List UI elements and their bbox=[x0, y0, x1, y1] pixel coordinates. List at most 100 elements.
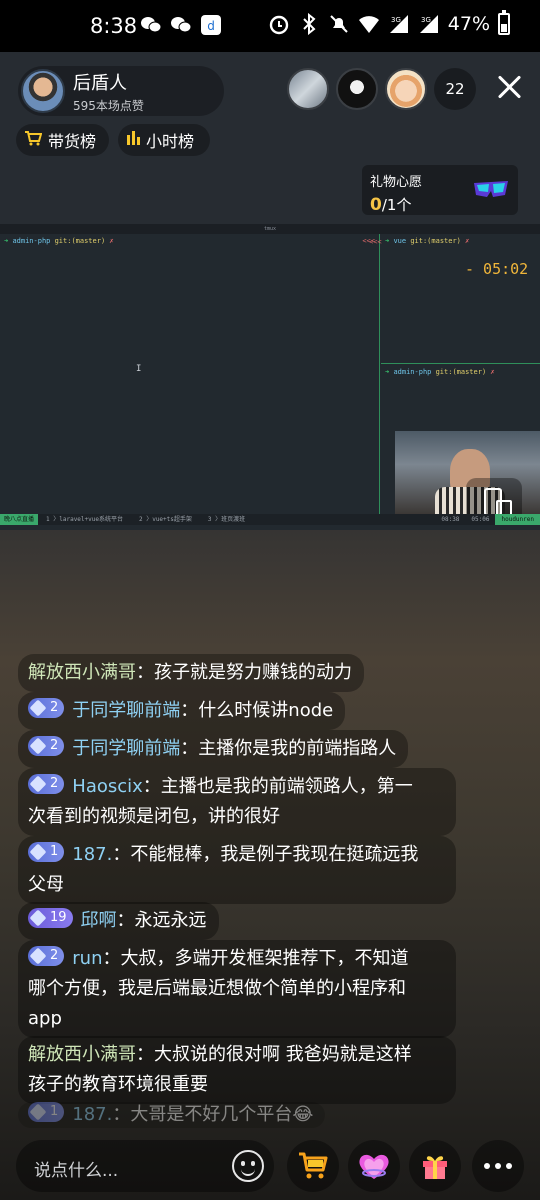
chat-text: 孩子的教育环境很重要 bbox=[28, 1074, 208, 1095]
chat-text: 孩子就是努力赚钱的动力 bbox=[154, 662, 352, 683]
battery-level bbox=[501, 24, 507, 32]
tmux-window: 1 〉laravel+vue系统平台 bbox=[46, 516, 123, 523]
viewer-list[interactable]: 22 bbox=[287, 68, 476, 110]
gift-button[interactable] bbox=[409, 1140, 461, 1192]
more-button[interactable] bbox=[472, 1140, 524, 1192]
chat-username[interactable]: run bbox=[72, 948, 102, 969]
chat-text: 主播你是我的前端指路人 bbox=[198, 738, 397, 759]
signal-icon: 3G bbox=[418, 13, 440, 35]
tmux-status-bar: 晚八点直播 1 〉laravel+vue系统平台 2 〉vue+ts超手架 3 … bbox=[0, 514, 540, 525]
bar-chart-icon bbox=[126, 131, 140, 149]
status-time: 8:38 bbox=[90, 14, 138, 38]
live-video[interactable]: tmux ➜ admin-php git:(master) ✗ <<< I ➜ … bbox=[0, 224, 540, 530]
shopping-cart-button[interactable] bbox=[287, 1140, 339, 1192]
chat-message[interactable]: 1 187.：大哥是不好几个平台😂 bbox=[18, 1102, 326, 1128]
chat-list[interactable]: 解放西小满哥：孩子就是努力赚钱的动力 2 于同学聊前端：什么时候讲node 2 于同… bbox=[18, 650, 488, 1130]
chat-text: 永远永远 bbox=[134, 910, 207, 931]
chat-username[interactable]: 187. bbox=[72, 1104, 112, 1125]
viewer-avatar[interactable] bbox=[336, 68, 378, 110]
chat-message[interactable]: 2 Haoscix：主播也是我的前端领路人，第一 次看到的视频是闭包，讲的很好 bbox=[18, 768, 456, 836]
wifi-icon bbox=[358, 13, 380, 35]
anchor-likes: 595本场点赞 bbox=[73, 98, 144, 113]
level-badge: 2 bbox=[28, 946, 65, 966]
close-icon[interactable] bbox=[496, 74, 522, 100]
signal-icon: 3G bbox=[388, 13, 410, 35]
app-notification-icon: d bbox=[200, 14, 222, 36]
tmux-window: 2 〉vue+ts超手架 bbox=[138, 516, 192, 523]
chat-message[interactable]: 解放西小满哥：大叔说的很对啊 我爸妈就是这样 孩子的教育环境很重要 bbox=[18, 1036, 456, 1104]
mute-icon bbox=[328, 13, 350, 35]
chat-username[interactable]: 解放西小满哥 bbox=[28, 1044, 136, 1065]
chat-message[interactable]: 2 于同学聊前端：什么时候讲node bbox=[18, 692, 346, 730]
diamond-icon bbox=[29, 1103, 47, 1121]
chat-username[interactable]: Haoscix bbox=[72, 776, 143, 797]
chat-username[interactable]: 187. bbox=[72, 844, 112, 865]
chat-username[interactable]: 于同学聊前端 bbox=[72, 700, 180, 721]
tmux-status-right: 08:38 05:06 houdunren bbox=[435, 514, 540, 525]
comment-placeholder: 说点什么... bbox=[34, 1161, 119, 1181]
anchor-avatar[interactable] bbox=[21, 69, 65, 113]
terminal-tail: <<< bbox=[369, 238, 382, 246]
alarm-icon bbox=[268, 13, 290, 35]
hourly-rank-button[interactable]: 小时榜 bbox=[118, 124, 210, 156]
viewer-avatar[interactable] bbox=[287, 68, 329, 110]
chat-message[interactable]: 2 run：大叔，多端开发框架推荐下，不知道 哪个方便，我是后端最近想做个简单的小… bbox=[18, 940, 456, 1038]
live-header: 后盾人 595本场点赞 22 带货榜 小时榜 礼物心愿 0/1个 bbox=[0, 52, 540, 224]
viewer-count[interactable]: 22 bbox=[434, 68, 476, 110]
tmux-title: tmux bbox=[0, 224, 540, 234]
chat-username[interactable]: 于同学聊前端 bbox=[72, 738, 180, 759]
anchor-profile[interactable]: 后盾人 595本场点赞 bbox=[18, 66, 224, 116]
chat-text: 哪个方便，我是后端最近想做个简单的小程序和 bbox=[28, 978, 406, 999]
viewer-avatar[interactable] bbox=[385, 68, 427, 110]
bluetooth-icon bbox=[298, 13, 320, 35]
level-badge: 1 bbox=[28, 842, 65, 862]
status-system-icons: 3G 3G 47% bbox=[268, 10, 510, 35]
terminal-prompt: ➜ admin-php git:(master) ✗ <<< bbox=[4, 237, 375, 245]
chat-message[interactable]: 19 邱啊：永远永远 bbox=[18, 902, 219, 940]
terminal-pane-left: ➜ admin-php git:(master) ✗ <<< I bbox=[0, 234, 380, 514]
cart-rank-label: 带货榜 bbox=[48, 132, 97, 151]
cart-rank-button[interactable]: 带货榜 bbox=[16, 124, 109, 156]
anchor-info: 后盾人 595本场点赞 bbox=[73, 69, 144, 114]
tmux-session: 晚八点直播 bbox=[0, 514, 39, 525]
battery-percent: 47% bbox=[447, 13, 490, 35]
chat-text: 大叔，多端开发框架推荐下，不知道 bbox=[120, 948, 409, 969]
level-badge: 2 bbox=[28, 774, 65, 794]
level-badge: 1 bbox=[28, 1102, 65, 1122]
svg-text:3G: 3G bbox=[421, 16, 431, 24]
chat-message[interactable]: 2 于同学聊前端：主播你是我的前端指路人 bbox=[18, 730, 409, 768]
bottom-bar: 说点什么... bbox=[0, 1134, 540, 1200]
more-icon bbox=[484, 1163, 512, 1169]
gift-wish-card[interactable]: 礼物心愿 0/1个 bbox=[362, 165, 518, 215]
chat-username[interactable]: 邱啊 bbox=[81, 910, 117, 931]
like-button[interactable] bbox=[348, 1140, 400, 1192]
status-notification-icons: d bbox=[140, 14, 222, 36]
gift-icon bbox=[423, 1156, 447, 1179]
chat-message[interactable]: 解放西小满哥：孩子就是努力赚钱的动力 bbox=[18, 654, 364, 692]
svg-text:d: d bbox=[207, 19, 215, 33]
glasses-icon bbox=[474, 181, 508, 197]
chat-text: 不能棍棒，我是例子我现在挺疏远我 bbox=[130, 844, 419, 865]
chat-text: 大哥是不好几个平台😂 bbox=[130, 1104, 314, 1125]
diamond-icon bbox=[29, 737, 47, 755]
chat-text: 主播也是我的前端领路人，第一 bbox=[160, 776, 413, 797]
chat-message[interactable]: 1 187.：不能棍棒，我是例子我现在挺疏远我 父母 bbox=[18, 836, 456, 904]
gift-wish-current: 0 bbox=[370, 195, 382, 215]
diamond-icon bbox=[29, 947, 47, 965]
countdown-timer: - 05:02 bbox=[465, 260, 529, 278]
tmux-time: 08:38 bbox=[441, 516, 460, 523]
terminal-prompt: ➜ admin-php git:(master) ✗ bbox=[385, 368, 495, 376]
cart-icon bbox=[24, 130, 43, 150]
text-cursor: I bbox=[136, 364, 142, 374]
shopping-cart-icon bbox=[299, 1152, 328, 1179]
diamond-icon bbox=[29, 699, 47, 717]
chat-username[interactable]: 解放西小满哥 bbox=[28, 662, 136, 683]
heart-icon bbox=[359, 1154, 389, 1179]
terminal-prompt: ➜ vue git:(master) ✗ bbox=[385, 237, 470, 245]
tmux-time: 05:06 bbox=[471, 516, 490, 523]
comment-input[interactable]: 说点什么... bbox=[16, 1140, 274, 1192]
diamond-icon bbox=[29, 843, 47, 861]
level-badge: 2 bbox=[28, 698, 65, 718]
smile-icon[interactable] bbox=[232, 1150, 264, 1182]
wechat-icon bbox=[170, 14, 192, 36]
